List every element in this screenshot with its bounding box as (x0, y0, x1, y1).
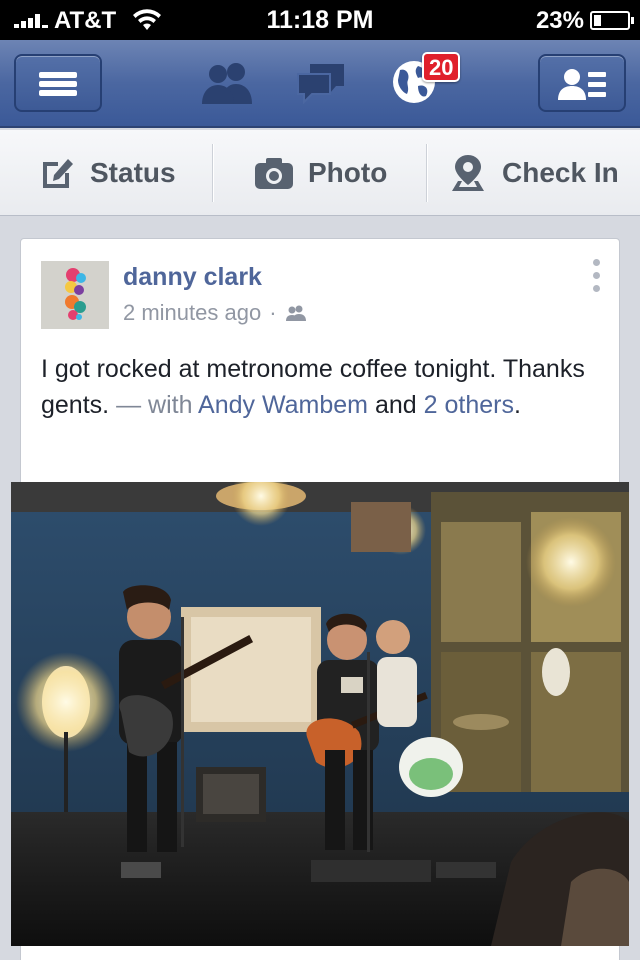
post-meta: 2 minutes ago · (123, 300, 307, 326)
notifications-badge: 20 (422, 52, 461, 82)
avatar[interactable] (41, 261, 109, 329)
status-label: Status (90, 157, 176, 188)
messages-icon[interactable] (296, 62, 346, 104)
author-name[interactable]: danny clark (123, 263, 262, 292)
end-punctuation: . (513, 391, 521, 419)
status-bar: AT&T 11:18 PM 23% (0, 0, 640, 40)
band-photo (11, 482, 629, 946)
divider (426, 144, 428, 202)
camera-icon (255, 158, 293, 189)
post-timestamp[interactable]: 2 minutes ago (123, 300, 261, 326)
checkin-label: Check In (502, 157, 619, 188)
with-prefix: — with (116, 391, 193, 419)
hamburger-icon (39, 72, 77, 96)
friends-icon[interactable] (200, 60, 256, 106)
status-button[interactable]: Status (40, 130, 176, 216)
checkin-button[interactable]: Check In (448, 130, 619, 216)
battery-icon (590, 11, 634, 30)
publisher-bar: Status Photo Check In (0, 130, 640, 216)
menu-button[interactable] (14, 54, 102, 112)
post-message: I got rocked at metronome coffee tonight… (41, 351, 607, 423)
others-link[interactable]: 2 others (424, 391, 514, 419)
photo-label: Photo (308, 157, 388, 188)
divider (212, 144, 214, 202)
post-photo[interactable] (11, 482, 629, 946)
profile-picture (41, 261, 109, 329)
photo-button[interactable]: Photo (254, 130, 387, 216)
nav-bar: 20 (0, 40, 640, 128)
tagged-friend-link[interactable]: Andy Wambem (198, 391, 368, 419)
contacts-button[interactable] (538, 54, 626, 112)
and-text: and (374, 391, 417, 419)
more-options-icon[interactable] (593, 259, 601, 293)
pencil-icon (43, 159, 73, 188)
battery-percent: 23% (535, 7, 584, 34)
contacts-list-icon (558, 69, 606, 100)
battery-fill (594, 15, 601, 26)
location-pin-icon (452, 155, 484, 191)
friends-audience-icon (285, 305, 306, 321)
meta-separator: · (269, 300, 277, 325)
